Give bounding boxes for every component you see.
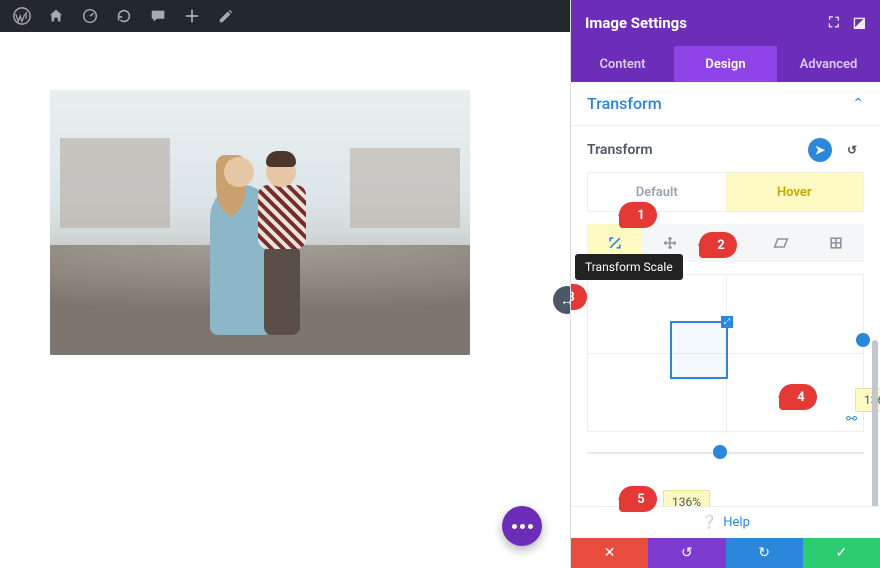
home-icon[interactable] xyxy=(40,0,72,32)
state-default[interactable]: Default xyxy=(588,173,726,211)
scale-x-slider[interactable] xyxy=(587,442,864,462)
comments-icon[interactable] xyxy=(142,0,174,32)
tab-advanced[interactable]: Advanced xyxy=(777,46,880,82)
section-transform-label: Transform xyxy=(587,94,662,113)
state-hover[interactable]: Hover xyxy=(726,173,864,211)
page-settings-fab[interactable] xyxy=(502,506,542,546)
save-button[interactable]: ✓ xyxy=(803,538,880,568)
annotation-2: 2 xyxy=(699,232,737,258)
link-axes-icon[interactable]: ⚯ xyxy=(846,412,857,427)
editor-canvas xyxy=(0,32,570,568)
scale-x-slider-dot[interactable] xyxy=(713,445,727,459)
dashboard-icon[interactable] xyxy=(74,0,106,32)
cancel-button[interactable]: ✕ xyxy=(571,538,648,568)
redo-button[interactable]: ↻ xyxy=(726,538,803,568)
image-module[interactable] xyxy=(50,90,470,355)
tooltip-transform-scale: Transform Scale xyxy=(575,254,683,280)
panel-tabs: Content Design Advanced xyxy=(571,46,880,82)
scale-preview-shape[interactable]: ⤢ xyxy=(670,321,728,379)
type-origin[interactable] xyxy=(809,224,864,262)
hover-preview-icon[interactable]: ➤ xyxy=(808,138,832,162)
annotation-3: 3 xyxy=(571,284,587,310)
add-icon[interactable] xyxy=(176,0,208,32)
wp-logo-icon[interactable] xyxy=(6,0,38,32)
undo-button[interactable]: ↺ xyxy=(648,538,725,568)
transform-controls-row: Transform ➤ ↺ xyxy=(571,126,880,172)
edit-icon[interactable] xyxy=(210,0,242,32)
reset-icon[interactable]: ↺ xyxy=(840,138,864,162)
dock-icon[interactable]: ◪ xyxy=(853,15,866,31)
panel-title: Image Settings xyxy=(585,14,687,32)
annotation-5: 5 xyxy=(619,486,657,512)
scale-corner-handle-icon[interactable]: ⤢ xyxy=(721,316,733,328)
transform-label: Transform xyxy=(587,142,653,158)
expand-icon[interactable]: ⛶ xyxy=(829,15,839,31)
type-skew[interactable] xyxy=(753,224,808,262)
scale-y-slider-dot[interactable] xyxy=(856,333,870,347)
help-icon: ❔ xyxy=(701,515,717,530)
annotation-4: 4 xyxy=(779,384,817,410)
section-transform[interactable]: Transform ⌃ xyxy=(571,82,880,126)
help-label: Help xyxy=(723,515,750,530)
panel-body: Transform ⌃ Transform ➤ ↺ Default Hover … xyxy=(571,82,880,568)
annotation-1: 1 xyxy=(619,202,657,228)
chevron-up-icon: ⌃ xyxy=(852,96,864,112)
refresh-icon[interactable] xyxy=(108,0,140,32)
panel-header: Image Settings ⛶ ◪ xyxy=(571,0,880,46)
tab-content[interactable]: Content xyxy=(571,46,674,82)
settings-panel: Image Settings ⛶ ◪ Content Design Advanc… xyxy=(570,0,880,568)
panel-footer-actions: ✕ ↺ ↻ ✓ xyxy=(571,538,880,568)
tab-design[interactable]: Design xyxy=(674,46,777,82)
help-link[interactable]: ❔ Help xyxy=(571,506,880,538)
scale-control-box[interactable]: ⤢ ⚯ xyxy=(587,274,864,432)
